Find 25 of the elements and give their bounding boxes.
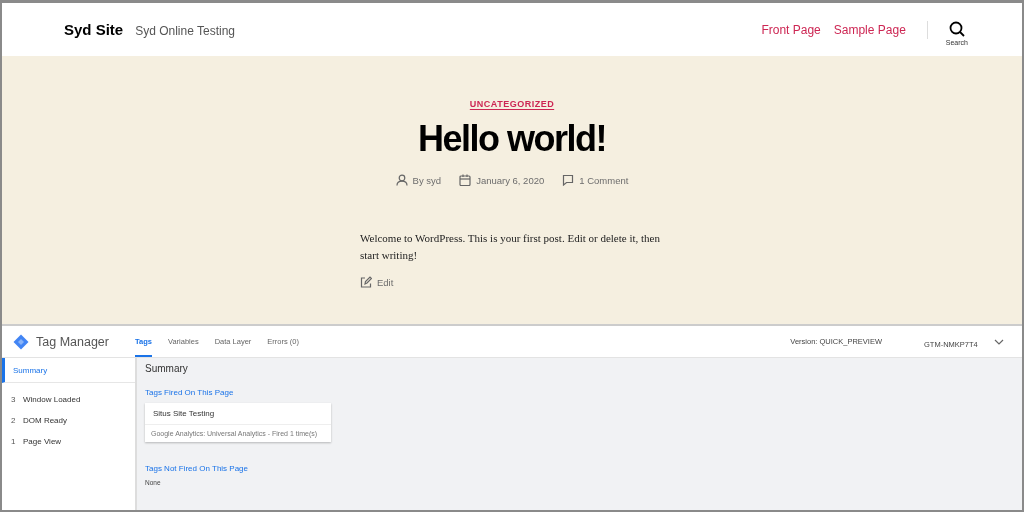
summary-title: Summary [145, 363, 189, 374]
section-heading: Tags Fired On This Page [145, 388, 235, 397]
site-tagline: Syd Online Testing [135, 24, 236, 38]
speech-bubble-icon [562, 174, 575, 187]
sidebar-item[interactable]: 3 Window Loaded [2, 389, 135, 410]
tag-name: Situs Site Testing [145, 403, 331, 425]
nav-link[interactable]: Front Page [761, 22, 821, 37]
product-name: Tag Manager [36, 334, 109, 349]
post-title: Hello world! [418, 117, 606, 161]
edit-link[interactable]: Edit [377, 276, 394, 288]
diamond-logo-icon [13, 333, 29, 350]
calendar-icon [459, 174, 472, 187]
meta-date[interactable]: January 6, 2020 [476, 174, 545, 186]
meta-author: By syd [412, 174, 442, 186]
section-heading: Tags Not Fired On This Page [145, 464, 249, 473]
nav-link[interactable]: Sample Page [833, 22, 906, 37]
pencil-icon [360, 276, 372, 289]
sidebar-item[interactable]: 1 Page View [2, 431, 135, 452]
person-icon [395, 174, 408, 187]
search-icon [948, 21, 965, 37]
sidebar-item[interactable]: 2 DOM Ready [2, 410, 135, 431]
meta-comments[interactable]: 1 Comment [579, 174, 629, 186]
category-link[interactable]: UNCATEGORIZED [469, 99, 555, 109]
site-title[interactable]: Syd Site [64, 21, 124, 38]
post-body: Welcome to WordPress. This is your first post. Edit or delete it, then start writing! [360, 231, 661, 264]
